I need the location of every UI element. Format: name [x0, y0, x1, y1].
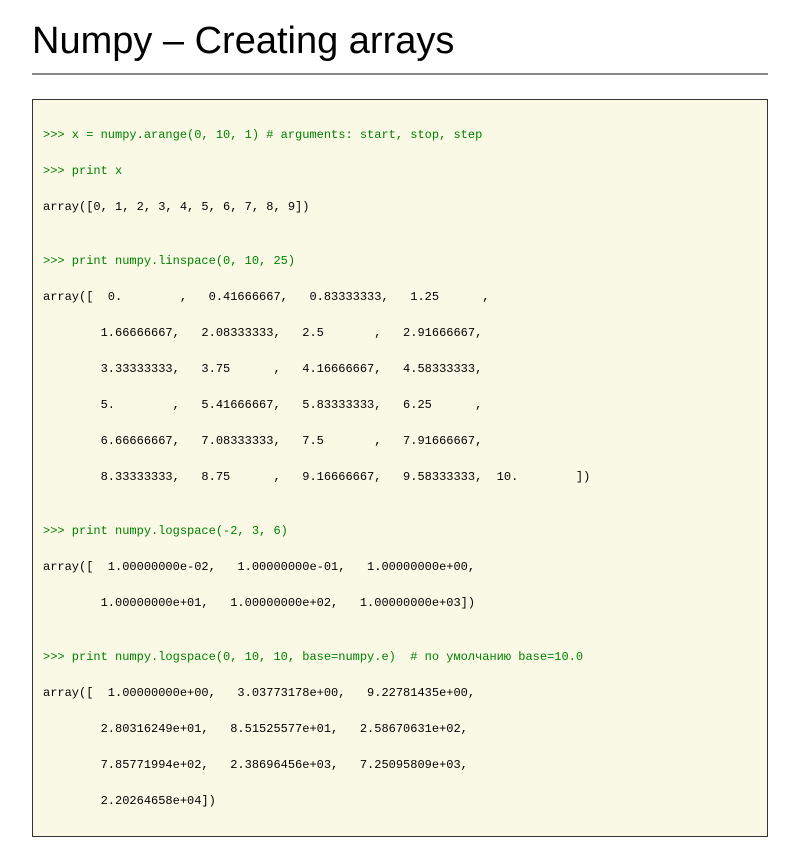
code-line: >>> print numpy.linspace(0, 10, 25) — [43, 252, 757, 270]
code-line: 2.80316249e+01, 8.51525577e+01, 2.586706… — [43, 720, 757, 738]
code-block: >>> x = numpy.arange(0, 10, 1) # argumen… — [32, 99, 768, 837]
code-line: 5. , 5.41666667, 5.83333333, 6.25 , — [43, 396, 757, 414]
slide-container: Numpy – Creating arrays >>> x = numpy.ar… — [0, 0, 800, 857]
code-line: 2.20264658e+04]) — [43, 792, 757, 810]
code-line: 3.33333333, 3.75 , 4.16666667, 4.5833333… — [43, 360, 757, 378]
page-title: Numpy – Creating arrays — [32, 20, 768, 75]
code-line: array([ 1.00000000e+00, 3.03773178e+00, … — [43, 684, 757, 702]
code-line: 7.85771994e+02, 2.38696456e+03, 7.250958… — [43, 756, 757, 774]
code-line: >>> print numpy.logspace(0, 10, 10, base… — [43, 648, 757, 666]
code-line: 6.66666667, 7.08333333, 7.5 , 7.91666667… — [43, 432, 757, 450]
code-line: >>> print x — [43, 162, 757, 180]
code-line: 1.66666667, 2.08333333, 2.5 , 2.91666667… — [43, 324, 757, 342]
code-line: array([ 0. , 0.41666667, 0.83333333, 1.2… — [43, 288, 757, 306]
code-line: array([0, 1, 2, 3, 4, 5, 6, 7, 8, 9]) — [43, 198, 757, 216]
code-line: array([ 1.00000000e-02, 1.00000000e-01, … — [43, 558, 757, 576]
code-line: 8.33333333, 8.75 , 9.16666667, 9.5833333… — [43, 468, 757, 486]
code-line: 1.00000000e+01, 1.00000000e+02, 1.000000… — [43, 594, 757, 612]
code-line: >>> x = numpy.arange(0, 10, 1) # argumen… — [43, 126, 757, 144]
code-line: >>> print numpy.logspace(-2, 3, 6) — [43, 522, 757, 540]
